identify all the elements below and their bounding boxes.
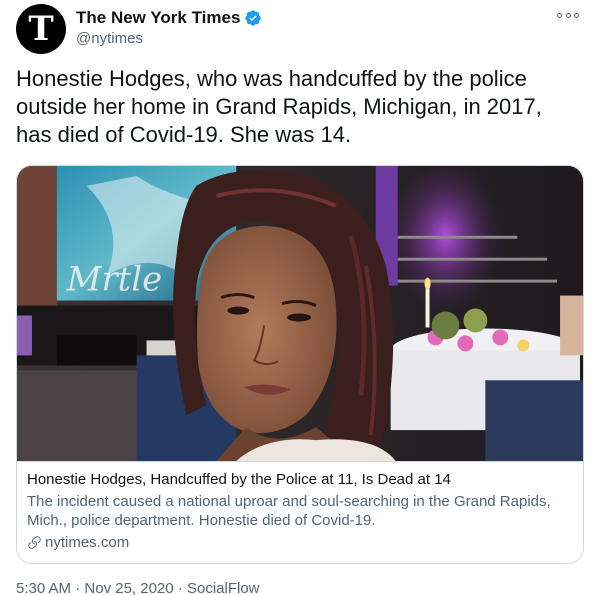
more-dot bbox=[574, 12, 579, 18]
meta-separator: · bbox=[173, 580, 187, 595]
card-domain[interactable]: nytimes.com bbox=[45, 533, 129, 552]
meta-separator: · bbox=[71, 580, 85, 595]
author-name-row[interactable]: The New York Times bbox=[76, 8, 262, 28]
tweet-text: Honestie Hodges, who was handcuffed by t… bbox=[16, 66, 542, 147]
more-horizontal-icon[interactable] bbox=[557, 8, 579, 22]
author-name[interactable]: The New York Times bbox=[76, 8, 240, 28]
link-card[interactable]: Mrtle Honestie Hodges, Handcuffed by the… bbox=[16, 165, 584, 564]
card-description: The incident caused a national uproar an… bbox=[27, 493, 551, 529]
card-image[interactable]: Mrtle bbox=[17, 166, 583, 462]
card-body: Honestie Hodges, Handcuffed by the Polic… bbox=[17, 462, 583, 552]
author-handle[interactable]: @nytimes bbox=[76, 30, 143, 47]
card-title[interactable]: Honestie Hodges, Handcuffed by the Polic… bbox=[27, 470, 573, 489]
svg-text:Mrtle: Mrtle bbox=[66, 260, 162, 299]
tweet-date[interactable]: Nov 25, 2020 bbox=[84, 580, 173, 595]
tweet-source[interactable]: SocialFlow bbox=[187, 580, 260, 595]
tweet-meta: 5:30 AM · Nov 25, 2020 · SocialFlow bbox=[16, 580, 260, 595]
link-icon bbox=[28, 536, 41, 549]
more-dot bbox=[565, 12, 571, 18]
tweet-time[interactable]: 5:30 AM bbox=[16, 580, 71, 595]
tweet-header: T The New York Times @nytimes bbox=[16, 4, 579, 54]
card-domain-row[interactable]: nytimes.com bbox=[27, 533, 573, 552]
verified-badge-icon bbox=[245, 10, 262, 26]
author-avatar[interactable]: T bbox=[16, 4, 66, 54]
more-dot bbox=[557, 12, 562, 18]
